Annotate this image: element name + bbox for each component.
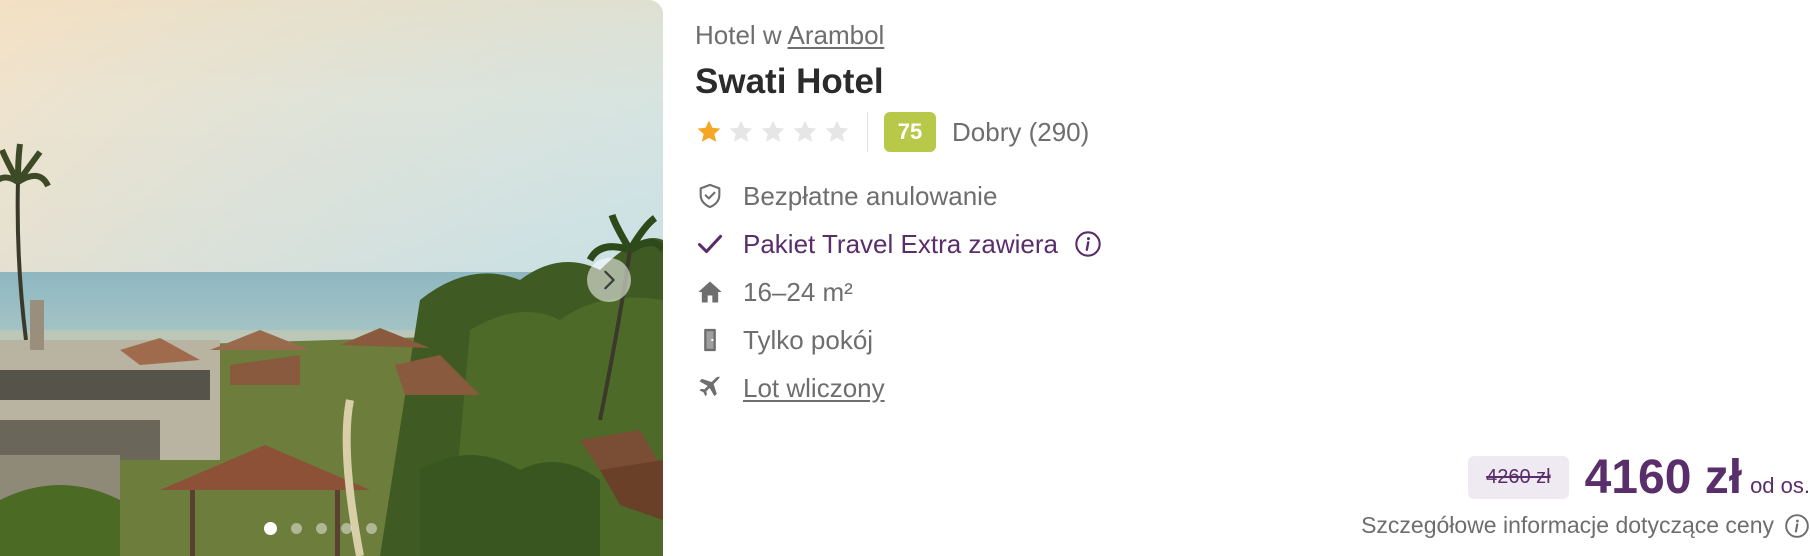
gallery-dot[interactable] [291,523,302,534]
flight-included-link[interactable]: Lot wliczony [743,373,885,404]
feature-label: Pakiet Travel Extra zawiera [743,228,1059,259]
feature-flight-included: Lot wliczony [695,368,885,408]
feature-board-type: Tylko pokój [695,320,873,360]
chevron-right-icon [604,270,615,290]
feature-free-cancellation: Bezpłatne anulowanie [695,176,997,216]
rating-divider [867,112,868,152]
hotel-photo [0,0,663,556]
info-icon[interactable] [1784,513,1810,539]
feature-label: 16–24 m² [743,276,853,307]
star-filled-icon [695,118,723,146]
gallery-dot[interactable] [341,523,352,534]
house-icon [695,277,725,307]
price-per-person: od os. [1750,473,1810,498]
current-price: 4160 zł [1584,451,1743,504]
location-prefix: Hotel w [695,20,782,50]
rating-row: 75 Dobry (290) [695,110,1089,154]
location-link[interactable]: Arambol [788,20,885,50]
gallery-dot-active[interactable] [264,522,277,535]
gallery-dot[interactable] [366,523,377,534]
feature-travel-extra: Pakiet Travel Extra zawiera [695,224,1102,264]
star-empty-icon [759,118,787,146]
hotel-location: Hotel w Arambol [695,20,884,51]
review-score-badge: 75 [884,112,936,152]
star-empty-icon [823,118,851,146]
feature-label: Bezpłatne anulowanie [743,180,998,211]
old-price: 4260 zł [1468,456,1569,499]
gallery-pagination [264,522,377,535]
price-details-label: Szczegółowe informacje dotyczące ceny [1361,512,1774,538]
door-icon [695,325,725,355]
gallery-dot[interactable] [316,523,327,534]
price-details-link[interactable]: Szczegółowe informacje dotyczące ceny [1361,512,1810,539]
hotel-info: Hotel w Arambol Swati Hotel 75 Dobry (29… [695,0,1810,556]
star-empty-icon [791,118,819,146]
hotel-card[interactable]: Hotel w Arambol Swati Hotel 75 Dobry (29… [0,0,1810,556]
check-icon [695,229,725,259]
feature-label: Tylko pokój [743,324,874,355]
feature-room-size: 16–24 m² [695,272,853,312]
shield-check-icon [695,181,725,211]
star-rating [695,118,851,146]
hotel-name[interactable]: Swati Hotel [695,62,884,102]
review-rating-label[interactable]: Dobry (290) [952,117,1089,148]
gallery-next-button[interactable] [587,258,631,302]
star-empty-icon [727,118,755,146]
info-icon[interactable] [1074,230,1102,258]
plane-icon [695,373,725,403]
price-row: 4260 zł 4160 zł od os. [1468,450,1810,505]
hotel-photo-gallery[interactable] [0,0,663,556]
